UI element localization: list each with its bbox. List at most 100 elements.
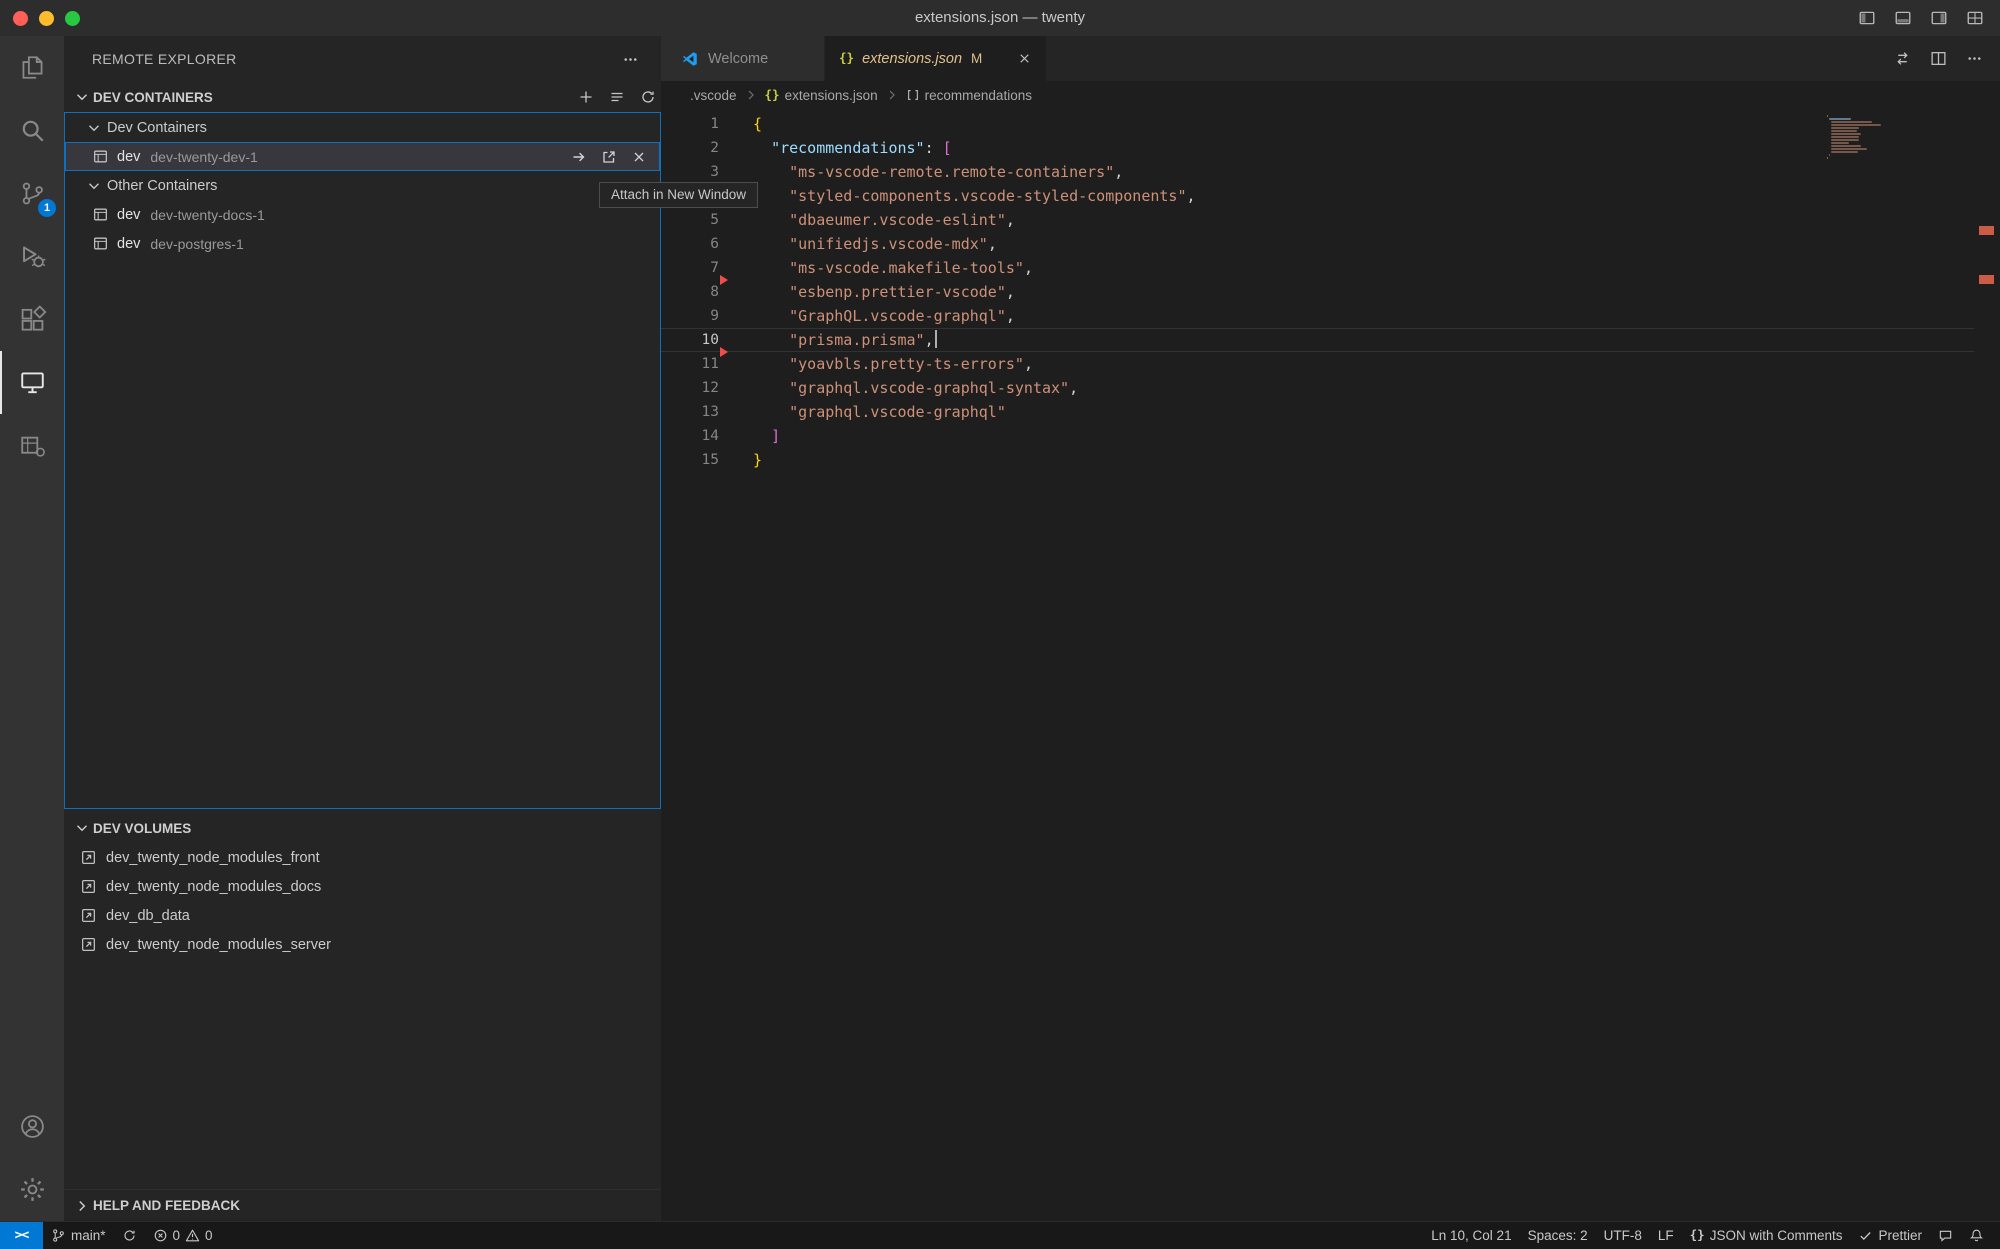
- activity-bar-item-settings[interactable]: [0, 1158, 64, 1221]
- toggle-secondary-sidebar-icon[interactable]: [1930, 9, 1948, 27]
- tree-item-dev-twenty-docs-1[interactable]: devdev-twenty-docs-1: [65, 200, 660, 229]
- activity-bar-item-dev-containers[interactable]: [0, 414, 64, 477]
- section-header-dev-volumes[interactable]: DEV VOLUMES: [64, 813, 671, 843]
- code-line-9[interactable]: 9 "GraphQL.vscode-graphql",: [661, 304, 1974, 328]
- code-line-10[interactable]: 10 "prisma.prisma",: [661, 328, 1974, 352]
- close-icon[interactable]: [631, 149, 647, 165]
- customize-layout-icon[interactable]: [1966, 9, 1984, 27]
- status-language-mode[interactable]: {}JSON with Comments: [1682, 1222, 1851, 1249]
- container-icon: [92, 206, 109, 223]
- code-line-1[interactable]: 1{: [661, 112, 1974, 136]
- tree-group-other-containers[interactable]: Other Containers: [65, 171, 660, 200]
- tree-group-dev-containers[interactable]: Dev Containers: [65, 113, 660, 142]
- close-window-button[interactable]: [13, 11, 28, 26]
- breadcrumb-item-extensions-json[interactable]: {} extensions.json: [765, 88, 878, 103]
- volume-icon: [80, 878, 97, 895]
- activity-bar-item-remote-explorer[interactable]: [0, 351, 64, 414]
- more-actions-icon[interactable]: [622, 51, 639, 68]
- minimize-window-button[interactable]: [39, 11, 54, 26]
- add-container-icon[interactable]: [578, 89, 594, 105]
- remote-explorer-icon: [18, 368, 47, 397]
- minimap[interactable]: [1827, 115, 1947, 160]
- code-line-4[interactable]: 4 "styled-components.vscode-styled-compo…: [661, 184, 1974, 208]
- git-branch-icon: [51, 1228, 66, 1243]
- toggle-panel-icon[interactable]: [1894, 9, 1912, 27]
- line-number: 9: [661, 304, 719, 328]
- code-line-15[interactable]: 15}: [661, 448, 1974, 472]
- breadcrumb-item-vscode[interactable]: .vscode: [690, 88, 737, 103]
- status-problems[interactable]: 0 0: [145, 1222, 221, 1249]
- section-header-help-and-feedback[interactable]: HELP AND FEEDBACK: [64, 1189, 661, 1221]
- line-number: 13: [661, 400, 719, 424]
- code-editor[interactable]: 1{2 "recommendations": [3 "ms-vscode-rem…: [661, 112, 1974, 472]
- status-indentation[interactable]: Spaces: 2: [1520, 1222, 1596, 1249]
- status-notifications[interactable]: [1961, 1222, 1992, 1249]
- code-line-11[interactable]: 11 "yoavbls.pretty-ts-errors",: [661, 352, 1974, 376]
- code-line-6[interactable]: 6 "unifiedjs.vscode-mdx",: [661, 232, 1974, 256]
- activity-bar-item-accounts[interactable]: [0, 1095, 64, 1158]
- code-line-2[interactable]: 2 "recommendations": [: [661, 136, 1974, 160]
- refresh-icon[interactable]: [640, 89, 656, 105]
- tree-item-dev-twenty-dev-1[interactable]: devdev-twenty-dev-1: [65, 142, 660, 171]
- activity-bar-item-extensions[interactable]: [0, 288, 64, 351]
- container-label: dev: [117, 207, 140, 223]
- activity-bar-item-source-control[interactable]: 1: [0, 162, 64, 225]
- bell-icon: [1969, 1228, 1984, 1243]
- code-line-13[interactable]: 13 "graphql.vscode-graphql": [661, 400, 1974, 424]
- breadcrumb-item-recommendations[interactable]: recommendations: [906, 88, 1032, 103]
- json-file-icon: {}: [765, 89, 780, 102]
- warning-icon: [185, 1228, 200, 1243]
- braces-icon: {}: [1690, 1229, 1705, 1242]
- activity-bar-item-run-and-debug[interactable]: [0, 225, 64, 288]
- status-eol[interactable]: LF: [1650, 1222, 1682, 1249]
- minimap-line: [1831, 124, 1881, 126]
- tab-extensions-json[interactable]: {} extensions.json M: [825, 36, 1046, 81]
- line-number: 5: [661, 208, 719, 232]
- text-cursor: [935, 330, 937, 348]
- code-line-8[interactable]: 8 "esbenp.prettier-vscode",: [661, 280, 1974, 304]
- status-git-branch[interactable]: main*: [43, 1222, 114, 1249]
- code-line-14[interactable]: 14 ]: [661, 424, 1974, 448]
- chevron-down-icon: [86, 120, 102, 136]
- activity-bar-item-explorer[interactable]: [0, 36, 64, 99]
- title-bar: extensions.json — twenty: [0, 0, 2000, 37]
- remote-indicator[interactable]: ><: [0, 1222, 43, 1249]
- account-icon: [18, 1112, 47, 1141]
- split-editor-icon[interactable]: [1930, 50, 1947, 67]
- attach-in-new-window-icon[interactable]: [601, 149, 617, 165]
- gear-icon: [18, 1175, 47, 1204]
- close-tab-icon[interactable]: [1017, 51, 1032, 66]
- section-header-dev-containers[interactable]: DEV CONTAINERS: [64, 82, 671, 112]
- tree-item-dev-postgres-1[interactable]: devdev-postgres-1: [65, 229, 660, 258]
- volume-item-dev-db-data[interactable]: dev_db_data: [64, 901, 661, 930]
- attach-container-icon[interactable]: [571, 149, 587, 165]
- volume-item-dev-twenty-node-modules-front[interactable]: dev_twenty_node_modules_front: [64, 843, 661, 872]
- status-formatter[interactable]: Prettier: [1850, 1222, 1930, 1249]
- open-changes-icon[interactable]: [1894, 50, 1911, 67]
- activity-bar-item-search[interactable]: [0, 99, 64, 162]
- window-controls: [13, 0, 80, 36]
- minimap-line: [1829, 118, 1851, 120]
- titlebar-layout-controls: [1858, 0, 1984, 36]
- tab-bar: Welcome {} extensions.json M: [661, 36, 2000, 81]
- status-encoding[interactable]: UTF-8: [1596, 1222, 1650, 1249]
- code-line-3[interactable]: 3 "ms-vscode-remote.remote-containers",: [661, 160, 1974, 184]
- volume-item-dev-twenty-node-modules-server[interactable]: dev_twenty_node_modules_server: [64, 930, 661, 959]
- sidebar-remote-explorer: REMOTE EXPLORER DEV CONTAINERS Dev Conta…: [64, 36, 661, 1221]
- line-number: 7: [661, 256, 719, 280]
- tab-welcome[interactable]: Welcome: [661, 36, 825, 81]
- status-cursor-position[interactable]: Ln 10, Col 21: [1423, 1222, 1519, 1249]
- status-sync-button[interactable]: [114, 1222, 145, 1249]
- container-description: dev-postgres-1: [150, 236, 243, 252]
- code-line-12[interactable]: 12 "graphql.vscode-graphql-syntax",: [661, 376, 1974, 400]
- sidebar-title: REMOTE EXPLORER: [92, 51, 237, 67]
- zoom-window-button[interactable]: [65, 11, 80, 26]
- filter-list-icon[interactable]: [609, 89, 625, 105]
- container-icon: [92, 235, 109, 252]
- volume-item-dev-twenty-node-modules-docs[interactable]: dev_twenty_node_modules_docs: [64, 872, 661, 901]
- status-feedback[interactable]: [1930, 1222, 1961, 1249]
- toggle-primary-sidebar-icon[interactable]: [1858, 9, 1876, 27]
- tree-group-label: Dev Containers: [107, 120, 207, 136]
- code-line-7[interactable]: 7 "ms-vscode.makefile-tools",: [661, 256, 1974, 280]
- code-line-5[interactable]: 5 "dbaeumer.vscode-eslint",: [661, 208, 1974, 232]
